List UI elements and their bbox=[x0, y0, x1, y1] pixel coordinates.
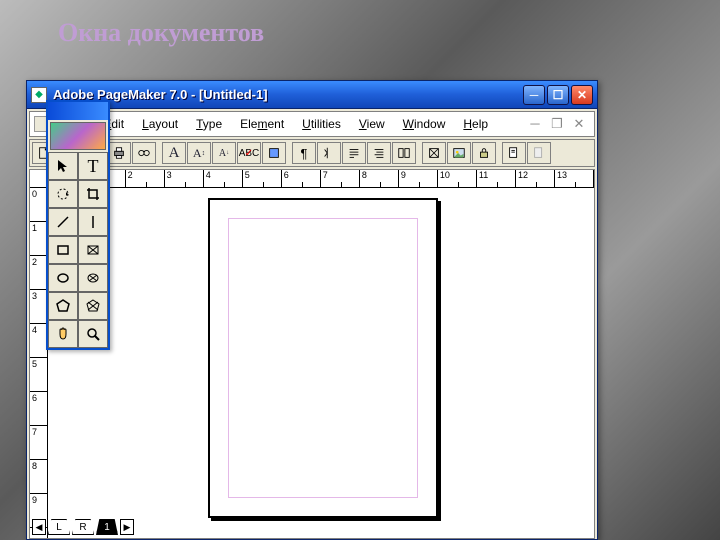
mdi-restore[interactable]: ❐ bbox=[550, 116, 564, 132]
polygon-frame-tool-icon[interactable] bbox=[78, 292, 108, 320]
window-title: Adobe PageMaker 7.0 - [Untitled-1] bbox=[53, 87, 523, 102]
page-prev-icon[interactable]: ◀ bbox=[32, 519, 46, 535]
fill-icon[interactable] bbox=[262, 142, 286, 164]
minimize-button[interactable]: ─ bbox=[523, 85, 545, 105]
line-tool-icon[interactable] bbox=[48, 208, 78, 236]
char-small-icon[interactable]: A↕ bbox=[187, 142, 211, 164]
print-icon[interactable] bbox=[107, 142, 131, 164]
char-normal-icon[interactable]: A bbox=[162, 142, 186, 164]
slide-title: Окна документов bbox=[58, 18, 264, 48]
ruler-horizontal[interactable]: 0 1 2 3 4 5 6 7 8 9 10 11 12 13 bbox=[30, 170, 594, 188]
maximize-button[interactable]: ☐ bbox=[547, 85, 569, 105]
page-next-icon[interactable]: ▶ bbox=[120, 519, 134, 535]
constrained-line-tool-icon[interactable] bbox=[78, 208, 108, 236]
polygon-tool-icon[interactable] bbox=[48, 292, 78, 320]
hand-tool-icon[interactable] bbox=[48, 320, 78, 348]
page[interactable] bbox=[208, 198, 438, 518]
menu-utilities[interactable]: Utilities bbox=[294, 115, 349, 133]
menu-element[interactable]: Element bbox=[232, 115, 292, 133]
mdi-minimize[interactable]: ─ bbox=[528, 116, 542, 132]
columns-icon[interactable] bbox=[392, 142, 416, 164]
ellipse-frame-tool-icon[interactable] bbox=[78, 264, 108, 292]
master-left-tab[interactable]: L bbox=[48, 519, 70, 535]
close-button[interactable]: ✕ bbox=[571, 85, 593, 105]
page-tabs: ◀ L R 1 ▶ bbox=[32, 518, 134, 536]
menu-type[interactable]: Type bbox=[188, 115, 230, 133]
hyperlink-icon[interactable] bbox=[502, 142, 526, 164]
find-icon[interactable] bbox=[132, 142, 156, 164]
spellcheck-icon[interactable]: ABC✓ bbox=[237, 142, 261, 164]
master-right-tab[interactable]: R bbox=[72, 519, 94, 535]
menubar: File Edit Layout Type Element Utilities … bbox=[29, 111, 595, 137]
rotate-tool-icon[interactable] bbox=[48, 180, 78, 208]
picture-icon[interactable] bbox=[447, 142, 471, 164]
rect-frame-tool-icon[interactable] bbox=[78, 236, 108, 264]
app-icon: ◆ bbox=[31, 87, 47, 103]
titlebar[interactable]: ◆ Adobe PageMaker 7.0 - [Untitled-1] ─ ☐… bbox=[27, 81, 597, 109]
toolbar: A A↕ A↓ ABC✓ ¶ bbox=[29, 139, 595, 167]
menu-help[interactable]: Help bbox=[455, 115, 496, 133]
mdi-close[interactable]: ✕ bbox=[572, 116, 586, 132]
lock-icon[interactable] bbox=[472, 142, 496, 164]
tab-left-icon[interactable] bbox=[342, 142, 366, 164]
menu-view[interactable]: View bbox=[351, 115, 393, 133]
frame-icon[interactable] bbox=[422, 142, 446, 164]
tab-right-icon[interactable] bbox=[367, 142, 391, 164]
toolbox-logo bbox=[50, 122, 106, 150]
work-area: 0 1 2 3 4 5 6 7 8 9 10 11 12 13 0 1 2 3 … bbox=[29, 169, 595, 539]
menu-layout[interactable]: Layout bbox=[134, 115, 186, 133]
doc-disabled-icon bbox=[527, 142, 551, 164]
page-margin bbox=[228, 218, 418, 498]
text-tool-icon[interactable]: T bbox=[78, 152, 108, 180]
canvas[interactable] bbox=[48, 188, 594, 538]
char-tiny-icon[interactable]: A↓ bbox=[212, 142, 236, 164]
toolbox-titlebar[interactable] bbox=[48, 102, 108, 120]
rectangle-tool-icon[interactable] bbox=[48, 236, 78, 264]
toolbox[interactable]: T bbox=[46, 100, 110, 350]
crop-tool-icon[interactable] bbox=[78, 180, 108, 208]
ellipse-tool-icon[interactable] bbox=[48, 264, 78, 292]
indent-icon[interactable] bbox=[317, 142, 341, 164]
menu-window[interactable]: Window bbox=[395, 115, 454, 133]
pilcrow-icon[interactable]: ¶ bbox=[292, 142, 316, 164]
zoom-tool-icon[interactable] bbox=[78, 320, 108, 348]
page-1-tab[interactable]: 1 bbox=[96, 519, 118, 535]
app-window: ◆ Adobe PageMaker 7.0 - [Untitled-1] ─ ☐… bbox=[26, 80, 598, 540]
pointer-tool-icon[interactable] bbox=[48, 152, 78, 180]
